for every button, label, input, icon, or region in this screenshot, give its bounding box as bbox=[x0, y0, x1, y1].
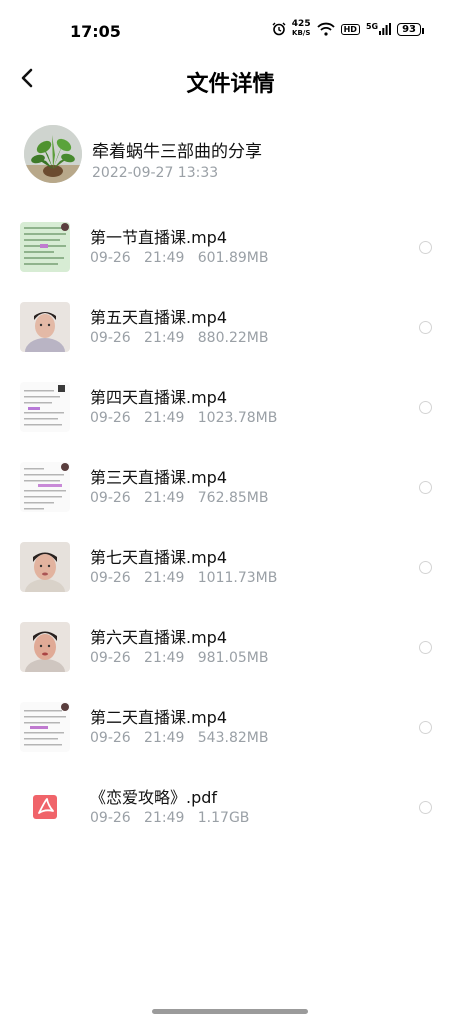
file-thumbnail bbox=[20, 702, 70, 752]
file-meta: 09-26 21:49 1.17GB bbox=[90, 810, 249, 826]
file-time: 21:49 bbox=[144, 490, 185, 506]
file-date: 09-26 bbox=[90, 490, 131, 506]
file-size: 981.05MB bbox=[197, 650, 269, 666]
file-name: 《恋爱攻略》.pdf bbox=[90, 788, 218, 807]
file-size: 1.17GB bbox=[197, 810, 250, 826]
file-thumbnail bbox=[20, 622, 70, 672]
video-thumbnail-image bbox=[20, 702, 70, 752]
file-meta: 09-26 21:49 981.05MB bbox=[90, 650, 268, 666]
net-speed-unit: KB/S bbox=[292, 29, 311, 37]
select-radio[interactable] bbox=[419, 241, 432, 254]
hd-badge: HD bbox=[340, 23, 360, 35]
sharer-info: 牵着蜗牛三部曲的分享 2022-09-27 13:33 bbox=[24, 125, 444, 185]
file-name: 第一节直播课.mp4 bbox=[90, 228, 228, 247]
file-time: 21:49 bbox=[144, 730, 185, 746]
file-date: 09-26 bbox=[90, 250, 131, 266]
file-item[interactable]: 第一节直播课.mp4 09-26 21:49 601.89MB bbox=[0, 210, 461, 290]
file-meta: 09-26 21:49 880.22MB bbox=[90, 330, 268, 346]
file-meta: 09-26 21:49 1023.78MB bbox=[90, 410, 277, 426]
file-name: 第二天直播课.mp4 bbox=[90, 708, 228, 727]
plant-avatar-image bbox=[24, 125, 82, 183]
file-date: 09-26 bbox=[90, 410, 131, 426]
file-item[interactable]: 第四天直播课.mp4 09-26 21:49 1023.78MB bbox=[0, 370, 461, 450]
file-date: 09-26 bbox=[90, 730, 131, 746]
file-thumbnail bbox=[20, 782, 70, 832]
select-radio[interactable] bbox=[419, 321, 432, 334]
home-indicator[interactable] bbox=[152, 1009, 308, 1014]
select-radio[interactable] bbox=[419, 401, 432, 414]
file-thumbnail bbox=[20, 542, 70, 592]
select-radio[interactable] bbox=[419, 801, 432, 814]
status-icons: 425 KB/S HD 5G 93 bbox=[272, 20, 424, 38]
signal-icon bbox=[379, 23, 392, 35]
video-thumbnail-image bbox=[20, 542, 70, 592]
file-name: 第四天直播课.mp4 bbox=[90, 388, 228, 407]
file-name: 第六天直播课.mp4 bbox=[90, 628, 228, 647]
file-date: 09-26 bbox=[90, 570, 131, 586]
net-speed-value: 425 bbox=[291, 19, 311, 29]
select-radio[interactable] bbox=[419, 721, 432, 734]
battery-indicator: 93 bbox=[397, 22, 424, 36]
file-item[interactable]: 第五天直播课.mp4 09-26 21:49 880.22MB bbox=[0, 290, 461, 370]
file-meta: 09-26 21:49 762.85MB bbox=[90, 490, 268, 506]
file-size: 601.89MB bbox=[197, 250, 269, 266]
file-size: 1011.73MB bbox=[197, 570, 278, 586]
file-thumbnail bbox=[20, 382, 70, 432]
signal-label: 5G bbox=[365, 22, 379, 31]
file-item[interactable]: 《恋爱攻略》.pdf 09-26 21:49 1.17GB bbox=[0, 770, 461, 850]
file-thumbnail bbox=[20, 462, 70, 512]
file-time: 21:49 bbox=[144, 250, 185, 266]
status-bar: 17:05 425 KB/S HD 5G 93 bbox=[0, 0, 461, 60]
alarm-icon bbox=[272, 22, 286, 36]
file-thumbnail bbox=[20, 302, 70, 352]
wifi-icon bbox=[316, 22, 335, 36]
pdf-icon bbox=[33, 795, 57, 819]
file-size: 880.22MB bbox=[197, 330, 269, 346]
sharer-name: 牵着蜗牛三部曲的分享 bbox=[92, 142, 262, 162]
share-time: 2022-09-27 13:33 bbox=[92, 165, 219, 181]
select-radio[interactable] bbox=[419, 641, 432, 654]
avatar bbox=[24, 125, 82, 183]
select-radio[interactable] bbox=[419, 561, 432, 574]
video-thumbnail-image bbox=[20, 622, 70, 672]
status-time: 17:05 bbox=[70, 22, 121, 41]
file-size: 762.85MB bbox=[197, 490, 269, 506]
file-date: 09-26 bbox=[90, 650, 131, 666]
file-meta: 09-26 21:49 543.82MB bbox=[90, 730, 268, 746]
file-date: 09-26 bbox=[90, 810, 131, 826]
file-time: 21:49 bbox=[144, 330, 185, 346]
file-thumbnail bbox=[20, 222, 70, 272]
file-time: 21:49 bbox=[144, 650, 185, 666]
file-time: 21:49 bbox=[144, 810, 185, 826]
file-item[interactable]: 第七天直播课.mp4 09-26 21:49 1011.73MB bbox=[0, 530, 461, 610]
signal-group: 5G bbox=[365, 22, 392, 35]
video-thumbnail-image bbox=[20, 462, 70, 512]
page-title: 文件详情 bbox=[186, 72, 275, 97]
file-item[interactable]: 第三天直播课.mp4 09-26 21:49 762.85MB bbox=[0, 450, 461, 530]
file-meta: 09-26 21:49 601.89MB bbox=[90, 250, 268, 266]
file-item[interactable]: 第六天直播课.mp4 09-26 21:49 981.05MB bbox=[0, 610, 461, 690]
file-size: 1023.78MB bbox=[197, 410, 278, 426]
select-radio[interactable] bbox=[419, 481, 432, 494]
header: 文件详情 bbox=[0, 62, 461, 102]
net-speed: 425 KB/S bbox=[292, 20, 311, 38]
file-date: 09-26 bbox=[90, 330, 131, 346]
file-time: 21:49 bbox=[144, 410, 185, 426]
file-item[interactable]: 第二天直播课.mp4 09-26 21:49 543.82MB bbox=[0, 690, 461, 770]
file-meta: 09-26 21:49 1011.73MB bbox=[90, 570, 277, 586]
file-size: 543.82MB bbox=[197, 730, 269, 746]
file-name: 第七天直播课.mp4 bbox=[90, 548, 228, 567]
file-time: 21:49 bbox=[144, 570, 185, 586]
video-thumbnail-image bbox=[20, 222, 70, 272]
video-thumbnail-image bbox=[20, 382, 70, 432]
file-name: 第三天直播课.mp4 bbox=[90, 468, 228, 487]
video-thumbnail-image bbox=[20, 302, 70, 352]
file-name: 第五天直播课.mp4 bbox=[90, 308, 228, 327]
